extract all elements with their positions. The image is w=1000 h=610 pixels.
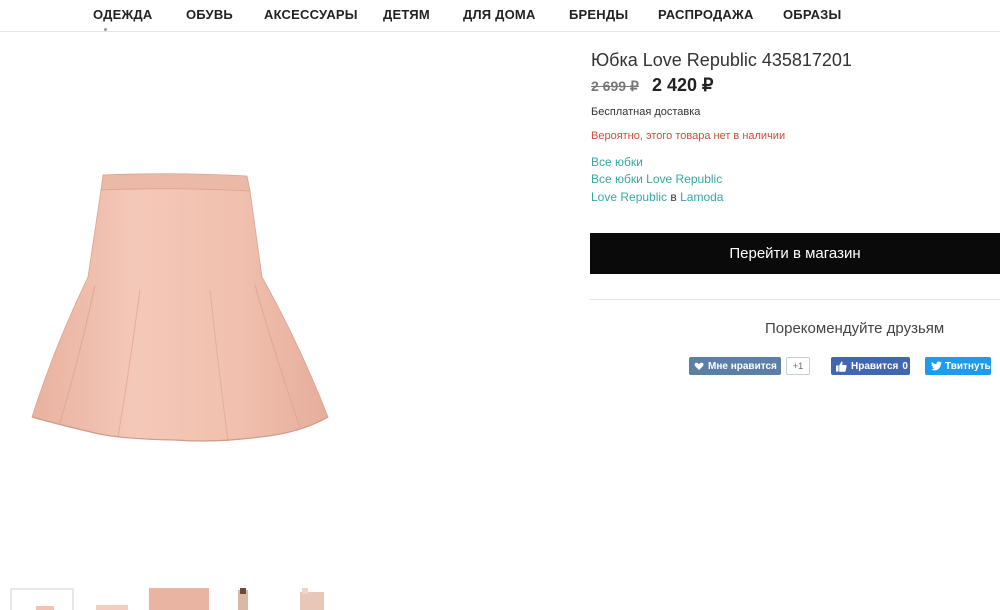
- nav-item-sale[interactable]: РАСПРОДАЖА: [658, 7, 754, 22]
- fb-like-label: Нравится: [851, 360, 899, 372]
- vk-like-button[interactable]: Мне нравится: [689, 357, 781, 375]
- recommend-heading: Порекомендуйте друзьям: [765, 320, 945, 337]
- nav-item-brands[interactable]: БРЕНДЫ: [569, 7, 628, 22]
- all-brand-skirts-link[interactable]: Все юбки Love Republic: [591, 172, 722, 186]
- thumbnail-image: [96, 605, 128, 610]
- thumbnail-image: [300, 588, 324, 610]
- thumbnail-1[interactable]: [10, 588, 74, 610]
- heart-icon: [694, 362, 704, 370]
- nav-item-kids[interactable]: ДЕТЯМ: [383, 7, 430, 22]
- tweet-label: Твитнуть: [945, 360, 991, 372]
- thumbnail-image: [238, 588, 248, 610]
- thumbnail-image: [149, 588, 209, 610]
- skirt-illustration: [31, 173, 329, 442]
- top-navigation: ОДЕЖДА ОБУВЬ АКСЕССУАРЫ ДЕТЯМ ДЛЯ ДОМА Б…: [0, 0, 1000, 32]
- vk-like-count: +1: [786, 357, 810, 375]
- all-skirts-link[interactable]: Все юбки: [591, 155, 643, 169]
- brand-store-line: Love Republic в Lamoda: [591, 190, 723, 204]
- product-image[interactable]: [0, 45, 430, 570]
- tweet-button[interactable]: Твитнуть: [925, 357, 991, 375]
- nav-item-home[interactable]: ДЛЯ ДОМА: [463, 7, 536, 22]
- fb-like-count: 0: [902, 360, 908, 372]
- twitter-bird-icon: [931, 361, 942, 371]
- nav-item-looks[interactable]: ОБРАЗЫ: [783, 7, 841, 22]
- thumbs-up-icon: [836, 361, 847, 372]
- stock-warning: Вероятно, этого товара нет в наличии: [591, 130, 786, 142]
- product-title: Юбка Love Republic 435817201: [591, 50, 852, 70]
- breadcrumb-remnant: [104, 28, 107, 31]
- go-to-store-button[interactable]: Перейти в магазин: [590, 233, 1000, 274]
- nav-item-clothing[interactable]: ОДЕЖДА: [93, 7, 152, 22]
- divider: [590, 299, 1000, 300]
- current-price: 2 420 ₽: [652, 75, 714, 95]
- thumbnail-2[interactable]: [86, 588, 138, 610]
- in-word: в: [667, 190, 681, 204]
- fb-like-button[interactable]: Нравится 0: [831, 357, 910, 375]
- brand-link[interactable]: Love Republic: [591, 190, 667, 204]
- thumbnail-5[interactable]: [292, 588, 334, 610]
- delivery-info: Бесплатная доставка: [591, 106, 701, 118]
- thumbnail-4[interactable]: [226, 588, 266, 610]
- nav-item-accessories[interactable]: АКСЕССУАРЫ: [264, 7, 358, 22]
- store-link[interactable]: Lamoda: [680, 190, 723, 204]
- thumbnail-3[interactable]: [149, 588, 209, 610]
- thumbnail-image: [36, 606, 54, 610]
- vk-like-label: Мне нравится: [708, 360, 777, 372]
- nav-item-shoes[interactable]: ОБУВЬ: [186, 7, 233, 22]
- old-price: 2 699 ₽: [591, 78, 639, 94]
